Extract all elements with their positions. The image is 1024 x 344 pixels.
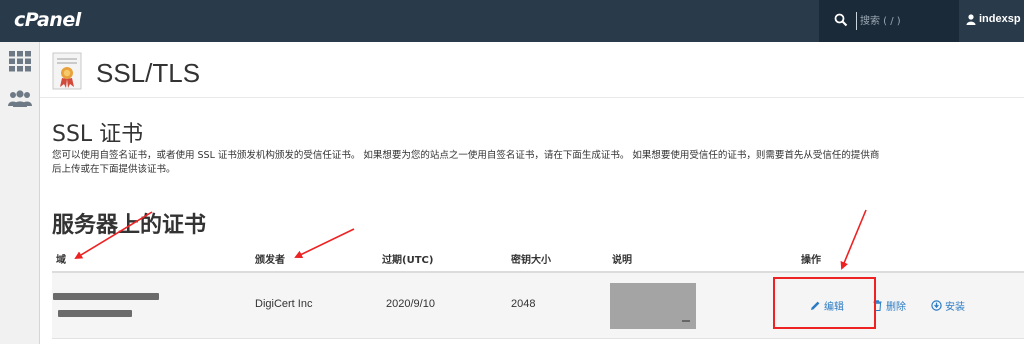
search-input[interactable] — [856, 12, 952, 30]
description-line-2: 后上传或在下面提供该证书。 — [52, 164, 176, 175]
username: indexsp — [979, 13, 1021, 25]
ssl-description: 您可以使用自签名证书，或者使用 SSL 证书颁发机构颁发的受信任证书。 如果想要… — [52, 149, 1024, 177]
column-header-description: 说明 — [612, 255, 632, 266]
column-header-issuer[interactable]: 颁发者 — [255, 251, 285, 266]
column-header-actions: 操作 — [801, 255, 821, 266]
annotation-arrow — [294, 228, 355, 258]
delete-label: 删除 — [886, 302, 906, 313]
search-icon — [834, 13, 848, 27]
cert-key-size: 2048 — [511, 298, 536, 310]
cpanel-logo[interactable]: cPanel — [14, 9, 81, 31]
redacted-description — [610, 283, 696, 329]
server-certs-title: 服务器上的证书 — [52, 213, 207, 238]
delete-button[interactable]: 删除 — [872, 298, 906, 313]
user-icon — [966, 13, 976, 25]
redacted-domain — [53, 293, 159, 300]
page-title: SSL/TLS — [96, 58, 201, 88]
cert-issuer: DigiCert Inc — [255, 298, 313, 310]
install-button[interactable]: 安装 — [931, 298, 965, 313]
certificate-icon — [52, 52, 82, 90]
redaction-mark — [682, 320, 690, 322]
description-line-1: 您可以使用自签名证书，或者使用 SSL 证书颁发机构颁发的受信任证书。 如果想要… — [52, 150, 880, 161]
column-header-key-size[interactable]: 密钥大小 — [511, 251, 551, 266]
redacted-domain — [58, 310, 132, 317]
divider — [40, 97, 1024, 98]
annotation-highlight-box — [773, 277, 876, 329]
cert-expiry: 2020/9/10 — [386, 298, 435, 310]
users-icon[interactable] — [8, 88, 32, 110]
ssl-section-title: SSL 证书 — [52, 122, 144, 147]
sidebar — [0, 42, 40, 344]
install-label: 安装 — [945, 302, 965, 313]
grid-icon[interactable] — [8, 50, 32, 72]
install-icon — [931, 300, 942, 311]
column-header-expiry[interactable]: 过期(UTC) — [382, 251, 433, 266]
row-divider — [52, 338, 1024, 339]
column-header-domain[interactable]: 域 — [56, 251, 66, 266]
user-menu[interactable]: indexsp — [966, 13, 1021, 25]
annotation-arrow — [840, 209, 867, 270]
